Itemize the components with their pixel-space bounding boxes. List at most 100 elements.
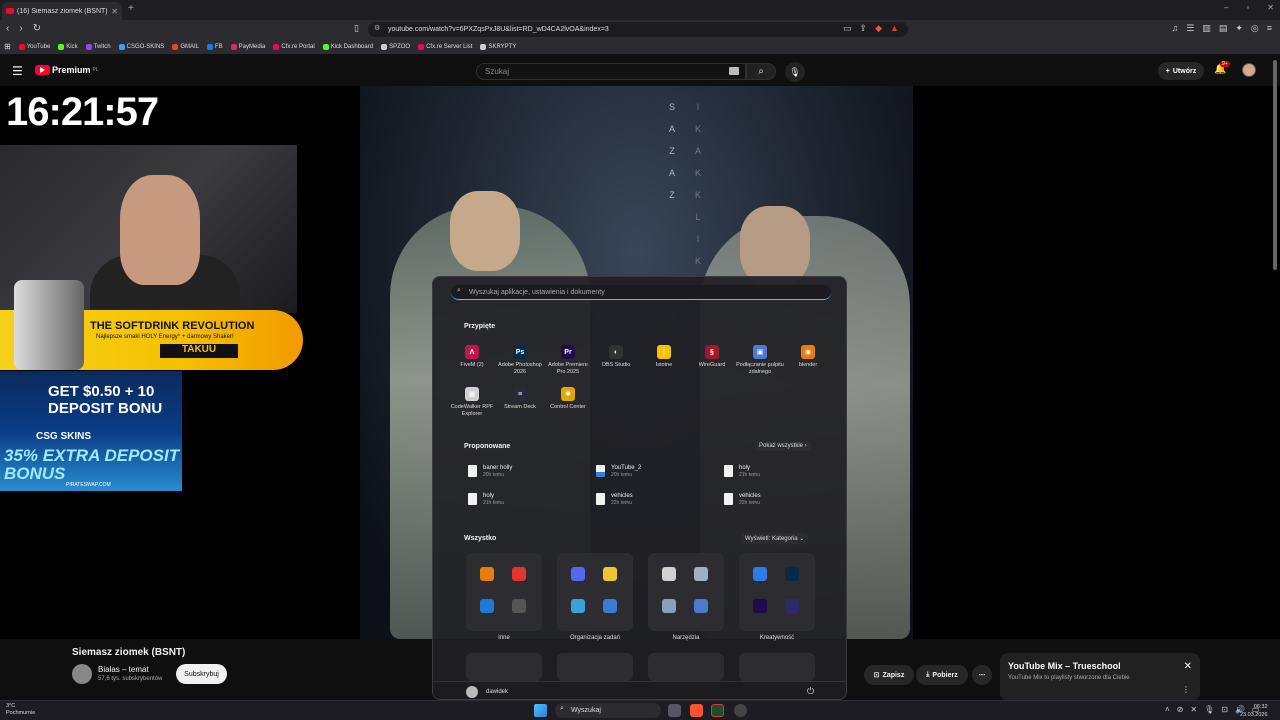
mix-close-icon[interactable]: ✕ [1184, 661, 1192, 672]
forward-icon[interactable]: › [19, 23, 22, 34]
pinned-app[interactable]: § WireGuard [688, 345, 736, 369]
menu-hamburger-icon[interactable]: ☰ [12, 64, 23, 78]
search-input[interactable]: Szukaj [476, 63, 746, 80]
category-folder[interactable] [466, 553, 542, 631]
channel-name[interactable]: Białas – temat [98, 665, 149, 674]
power-icon[interactable]: ⏻ [807, 686, 814, 697]
pinned-app[interactable]: ◉ blender [784, 345, 832, 369]
menu-icon[interactable]: ≡ [1267, 23, 1272, 34]
media-icon[interactable]: ♫ [1171, 23, 1178, 34]
start-search-input[interactable]: ⌕ Wyszukaj aplikacje, ustawienia i dokum… [451, 285, 831, 300]
mix-more-icon[interactable]: ⋮ [1182, 685, 1190, 694]
pinned-app[interactable]: Λ FiveM (2) [448, 345, 496, 369]
recommended-item[interactable]: YouTube_2 20h temu [596, 465, 716, 485]
tab-close-icon[interactable]: ✕ [111, 7, 118, 16]
minimize-icon[interactable]: – [1224, 3, 1228, 12]
bookmark-item[interactable]: Kick Dashboard [322, 43, 373, 50]
brave-shield-icon[interactable]: ◆ [875, 23, 882, 34]
recommended-item[interactable]: holy 21h temu [724, 465, 844, 485]
share-icon[interactable]: ⇪ [860, 23, 868, 34]
account-avatar[interactable] [1242, 63, 1256, 77]
category-folder[interactable] [739, 653, 815, 681]
download-button[interactable]: ⤓ Pobierz [916, 665, 968, 685]
create-button[interactable]: + Utwórz [1158, 62, 1204, 80]
list-icon[interactable]: ☰ [1186, 23, 1194, 34]
show-all-button[interactable]: Pokaż wszystkie › [755, 441, 811, 451]
brave-rewards-icon[interactable]: ▲ [890, 23, 899, 34]
browser-tab[interactable]: (16) Siemasz ziomek (BSNT) ✕ [2, 2, 122, 20]
category-folder[interactable] [557, 653, 633, 681]
mix-title[interactable]: YouTube Mix – Trueschool [1008, 661, 1121, 671]
tray-app2-icon[interactable]: ✕ [1190, 705, 1197, 714]
address-bar[interactable]: ⚙ youtube.com/watch?v=6PXZqsPxJ8U&list=R… [368, 22, 908, 37]
more-actions-button[interactable]: ⋯ [972, 665, 992, 685]
subscribe-button[interactable]: Subskrybuj [176, 664, 227, 684]
mic-tray-icon[interactable]: 🎙 [1204, 705, 1214, 714]
reload-icon[interactable]: ↻ [33, 23, 41, 34]
category-folder[interactable] [557, 553, 633, 631]
bookmark-item[interactable]: Cfx.re Server List [418, 43, 472, 50]
terminal-taskbar-icon[interactable] [711, 704, 724, 717]
recommended-item[interactable]: holy 21h temu [468, 493, 588, 513]
pinned-app[interactable]: ! Istotne [640, 345, 688, 369]
page-scrollbar[interactable] [1273, 60, 1277, 270]
pinned-app[interactable]: ▣ Podłączanie pulpitu zdalnego [736, 345, 784, 376]
new-tab-icon[interactable]: + [128, 3, 134, 14]
user-avatar[interactable] [466, 686, 478, 698]
bookmark-item[interactable]: FB [207, 43, 223, 50]
bookmark-item[interactable]: GMAIL [172, 43, 199, 50]
pinned-app[interactable]: Pr Adobe Premiere Pro 2025 [544, 345, 592, 376]
pinned-app[interactable]: ≡ Stream Deck [496, 387, 544, 411]
bookmark-item[interactable]: Twitch [85, 43, 111, 50]
voice-search-button[interactable]: 🎙 [785, 62, 805, 82]
bookmark-item[interactable]: YouTube [18, 43, 50, 50]
bookmark-item[interactable]: PayMedia [230, 43, 265, 50]
save-button[interactable]: ⊡ Zapisz [864, 665, 914, 685]
bookmark-item[interactable]: Kick [58, 43, 78, 50]
wallet-icon[interactable]: ▤ [1219, 23, 1228, 34]
maximize-icon[interactable]: ▫ [1246, 3, 1249, 12]
tray-expand-icon[interactable]: ˄ [1165, 705, 1170, 714]
network-icon[interactable]: ⊡ [1221, 705, 1228, 714]
close-window-icon[interactable]: ✕ [1267, 3, 1274, 12]
notifications-button[interactable]: 🔔 9+ [1214, 61, 1230, 75]
pinned-app[interactable]: Ps Adobe Photoshop 2026 [496, 345, 544, 376]
apps-grid-icon[interactable]: ⊞ [4, 42, 11, 51]
sidebar-icon[interactable]: ▥ [1202, 23, 1211, 34]
category-folder[interactable] [648, 553, 724, 631]
category-folder[interactable] [466, 653, 542, 681]
bookmark-item[interactable]: Cfx.re Portal [273, 43, 315, 50]
category-folder[interactable] [739, 553, 815, 631]
brave-taskbar-icon[interactable] [690, 704, 703, 717]
recommended-item[interactable]: vehicles 22h temu [596, 493, 716, 513]
obs-taskbar-icon[interactable] [734, 704, 747, 717]
weather-widget[interactable]: 3°C Pochmurnie [6, 703, 35, 717]
bookmark-item[interactable]: SPZOO [381, 43, 410, 50]
bookmark-icon[interactable]: ▯ [354, 23, 359, 34]
category-folder[interactable] [648, 653, 724, 681]
pinned-app[interactable]: ▦ CodeWalker RPF Explorer [448, 387, 496, 418]
youtube-logo[interactable]: Premium PL [35, 65, 99, 75]
cast-icon[interactable]: ▭ [843, 23, 852, 34]
vpn-icon[interactable]: ◎ [1251, 23, 1259, 34]
view-category-button[interactable]: Wyświetl: Kategoria ⌄ [741, 533, 809, 544]
back-icon[interactable]: ‹ [6, 23, 9, 34]
tray-clock[interactable]: 06:32 23.03.2026 [1240, 703, 1268, 719]
pinned-app[interactable]: ◐ OBS Studio [592, 345, 640, 369]
user-name[interactable]: dawidek [486, 689, 508, 695]
search-button[interactable]: ⌕ [746, 63, 776, 80]
recommended-item[interactable]: baner holly 20h temu [468, 465, 588, 485]
site-info-icon[interactable]: ⚙ [374, 24, 380, 32]
taskview-icon[interactable] [668, 704, 681, 717]
leo-icon[interactable]: ✦ [1235, 23, 1243, 34]
channel-avatar[interactable] [72, 664, 92, 684]
bookmark-item[interactable]: SKRYPTY [480, 43, 516, 50]
taskbar: 3°C Pochmurnie ⌕ Wyszukaj ˄ ⊘ ✕ 🎙 ⊡ 🔊 ▭ … [0, 700, 1280, 720]
taskbar-search[interactable]: ⌕ Wyszukaj [555, 703, 661, 718]
bookmark-item[interactable]: CSGO-SKINS [118, 43, 164, 50]
recommended-item[interactable]: vehicles 22h temu [724, 493, 844, 513]
pinned-app[interactable]: ✺ Control Center [544, 387, 592, 411]
keyboard-icon[interactable] [729, 67, 739, 75]
tray-app-icon[interactable]: ⊘ [1177, 705, 1184, 714]
start-button[interactable] [534, 704, 547, 717]
